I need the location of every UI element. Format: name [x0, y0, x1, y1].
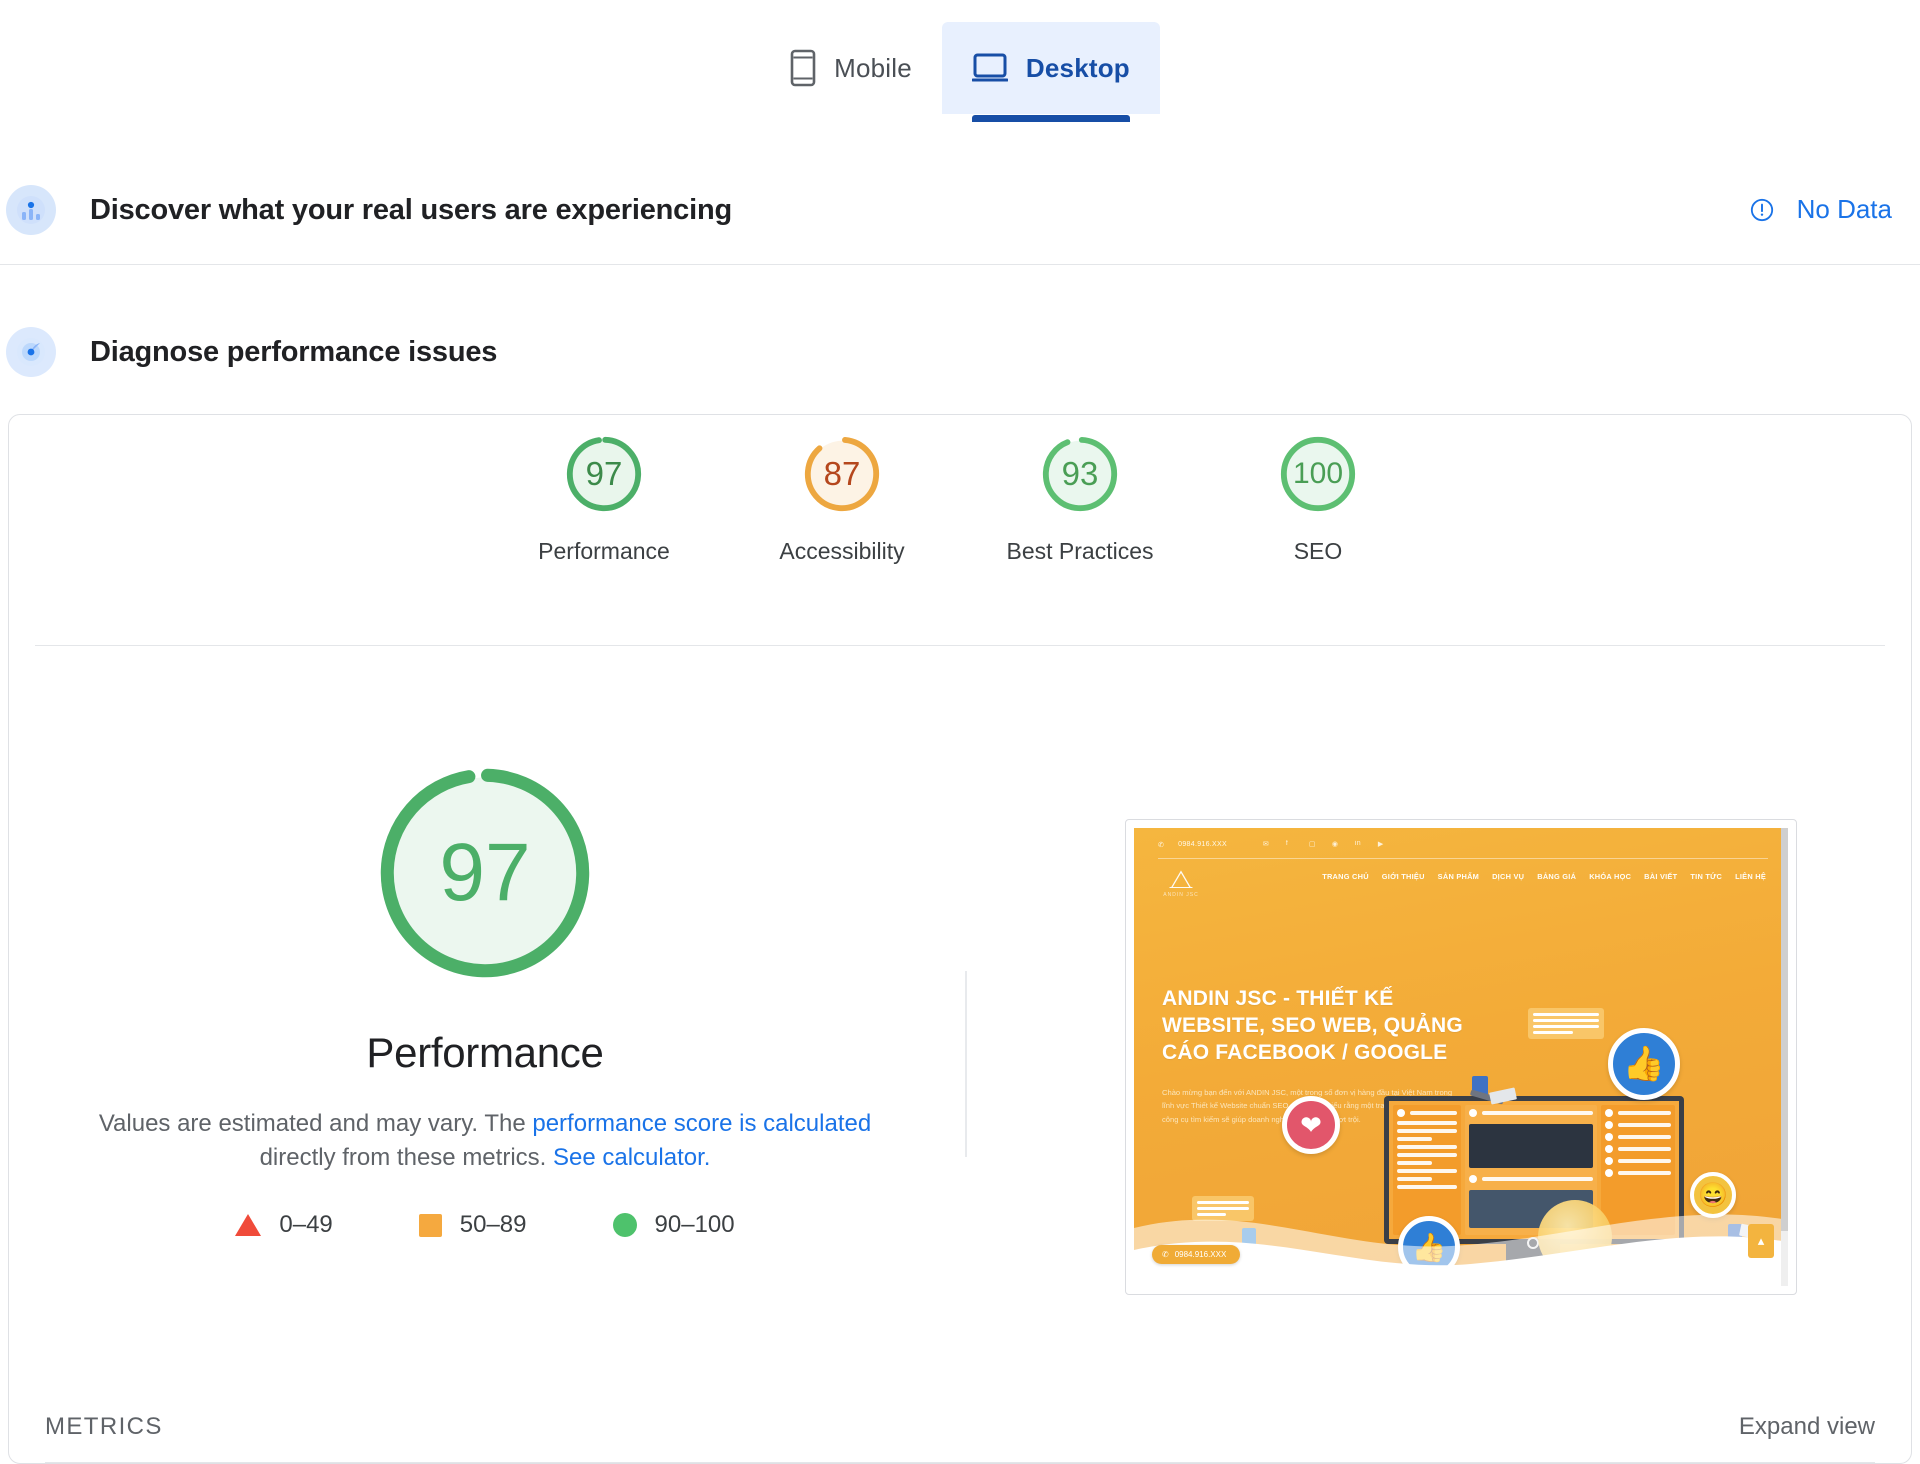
- phone-icon: ✆: [1158, 841, 1164, 849]
- category-score-performance[interactable]: 97 Performance: [485, 433, 723, 565]
- performance-main-score: 97: [371, 759, 599, 987]
- triangle-icon: [235, 1214, 261, 1236]
- nav-item: KHÓA HỌC: [1589, 872, 1631, 881]
- performance-mini-label: Performance: [538, 538, 670, 565]
- floating-phone-number: 0984.916.XXX: [1175, 1250, 1227, 1259]
- legend-item-good: 90–100: [613, 1211, 735, 1239]
- info-circle-icon: [1749, 197, 1775, 223]
- nav-item: DỊCH VỤ: [1492, 872, 1524, 881]
- site-nav: TRANG CHỦ GIỚI THIỆU SẢN PHẨM DỊCH VỤ BẢ…: [1322, 872, 1766, 881]
- category-score-seo[interactable]: 100 SEO: [1199, 433, 1437, 565]
- performance-main-title: Performance: [366, 1029, 603, 1077]
- legend-range-poor: 0–49: [279, 1211, 332, 1239]
- metrics-footer: METRICS Expand view: [17, 1389, 1903, 1463]
- best-practices-mini-label: Best Practices: [1007, 538, 1154, 565]
- tab-mobile[interactable]: Mobile: [760, 22, 942, 114]
- floating-phone-button: ✆ 0984.916.XXX: [1152, 1245, 1240, 1264]
- performance-summary-panel: 97 Performance Values are estimated and …: [9, 665, 961, 1239]
- metrics-heading: METRICS: [45, 1413, 163, 1441]
- performance-main-gauge: 97: [371, 759, 599, 987]
- lighthouse-results-card: 97 Performance 87 Accessibility 93: [8, 414, 1912, 1464]
- nav-item: GIỚI THIỆU: [1382, 872, 1425, 881]
- nav-item: LIÊN HỆ: [1735, 872, 1766, 881]
- legend-range-average: 50–89: [460, 1211, 527, 1239]
- performance-description: Values are estimated and may vary. The p…: [90, 1107, 880, 1175]
- card-divider: [35, 645, 1885, 646]
- desc-part-2: directly from these metrics.: [260, 1144, 553, 1171]
- see-calculator-link[interactable]: See calculator.: [553, 1144, 710, 1171]
- page-screenshot-thumbnail[interactable]: ✆ 0984.916.XXX ✉ f ▢ ◉ in ▶ ⧍ ANDIN JSC …: [1125, 819, 1797, 1295]
- nav-item: SẢN PHẨM: [1438, 872, 1479, 881]
- category-score-accessibility[interactable]: 87 Accessibility: [723, 433, 961, 565]
- nav-item: BÀI VIẾT: [1644, 872, 1677, 881]
- field-data-section-header: Discover what your real users are experi…: [0, 180, 1920, 240]
- tab-mobile-label: Mobile: [834, 53, 912, 84]
- accessibility-mini-gauge: 87: [801, 433, 883, 515]
- accessibility-mini-score: 87: [801, 433, 883, 515]
- panel-vertical-divider: [965, 971, 967, 1157]
- tab-desktop[interactable]: Desktop: [942, 22, 1160, 114]
- performance-mini-score: 97: [563, 433, 645, 515]
- thumbnail-scrollbar: [1781, 828, 1788, 1286]
- seo-mini-label: SEO: [1294, 538, 1343, 565]
- expand-view-button[interactable]: Expand view: [1739, 1413, 1875, 1441]
- legend-item-average: 50–89: [419, 1211, 527, 1239]
- site-topbar: ✆ 0984.916.XXX ✉ f ▢ ◉ in ▶: [1158, 840, 1768, 859]
- arrow-up-icon: ▴: [1748, 1224, 1774, 1258]
- nav-item: BẢNG GIÁ: [1537, 872, 1576, 881]
- mail-icon: ✉: [1263, 840, 1272, 849]
- no-data-label: No Data: [1797, 194, 1892, 225]
- site-phone: 0984.916.XXX: [1178, 841, 1227, 848]
- facebook-icon: f: [1286, 840, 1295, 849]
- nav-item: TIN TỨC: [1690, 872, 1722, 881]
- users-chart-icon: [6, 185, 56, 235]
- tab-desktop-label: Desktop: [1026, 53, 1130, 84]
- nav-item: TRANG CHỦ: [1322, 872, 1369, 881]
- lab-data-section-header: Diagnose performance issues: [0, 324, 1920, 380]
- performance-score-calculated-link[interactable]: performance score is calculated: [532, 1110, 871, 1137]
- category-score-row: 97 Performance 87 Accessibility 93: [9, 433, 1912, 565]
- radar-target-icon: [6, 327, 56, 377]
- desktop-icon: [972, 53, 1008, 83]
- metrics-divider: [45, 1462, 1875, 1463]
- square-icon: [419, 1214, 442, 1237]
- desc-part-1: Values are estimated and may vary. The: [99, 1110, 533, 1137]
- skype-icon: ◉: [1332, 840, 1341, 849]
- linkedin-icon: in: [1355, 840, 1364, 849]
- legend-range-good: 90–100: [655, 1211, 735, 1239]
- seo-mini-gauge: 100: [1277, 433, 1359, 515]
- accessibility-mini-label: Accessibility: [779, 538, 904, 565]
- performance-mini-gauge: 97: [563, 433, 645, 515]
- site-logo: ⧍ ANDIN JSC: [1158, 866, 1204, 898]
- best-practices-mini-score: 93: [1039, 433, 1121, 515]
- lab-data-title: Diagnose performance issues: [90, 336, 497, 369]
- hero-heading: ANDIN JSC - THIẾT KẾ WEBSITE, SEO WEB, Q…: [1162, 986, 1492, 1067]
- seo-mini-score: 100: [1277, 433, 1359, 515]
- thumbnail-image: ✆ 0984.916.XXX ✉ f ▢ ◉ in ▶ ⧍ ANDIN JSC …: [1134, 828, 1788, 1286]
- mobile-icon: [790, 49, 816, 87]
- instagram-icon: ▢: [1309, 840, 1318, 849]
- legend-item-poor: 0–49: [235, 1211, 332, 1239]
- youtube-icon: ▶: [1378, 840, 1387, 849]
- section-divider-1: [0, 264, 1920, 265]
- category-score-best-practices[interactable]: 93 Best Practices: [961, 433, 1199, 565]
- best-practices-mini-gauge: 93: [1039, 433, 1121, 515]
- logo-text: ANDIN JSC: [1158, 892, 1204, 898]
- circle-icon: [613, 1213, 637, 1237]
- form-factor-tabs: Mobile Desktop: [0, 0, 1920, 130]
- logo-mark-icon: ⧍: [1158, 866, 1204, 892]
- field-data-title: Discover what your real users are experi…: [90, 194, 732, 227]
- heart-icon: ❤: [1282, 1096, 1340, 1154]
- tab-active-indicator: [972, 115, 1130, 122]
- thumbs-up-icon: 👍: [1608, 1028, 1680, 1100]
- wave-decoration: [1134, 1194, 1788, 1286]
- floating-card-1: [1528, 1008, 1604, 1039]
- field-data-status[interactable]: No Data: [1749, 194, 1892, 225]
- phone-icon: ✆: [1162, 1250, 1169, 1259]
- score-legend: 0–49 50–89 90–100: [235, 1211, 734, 1239]
